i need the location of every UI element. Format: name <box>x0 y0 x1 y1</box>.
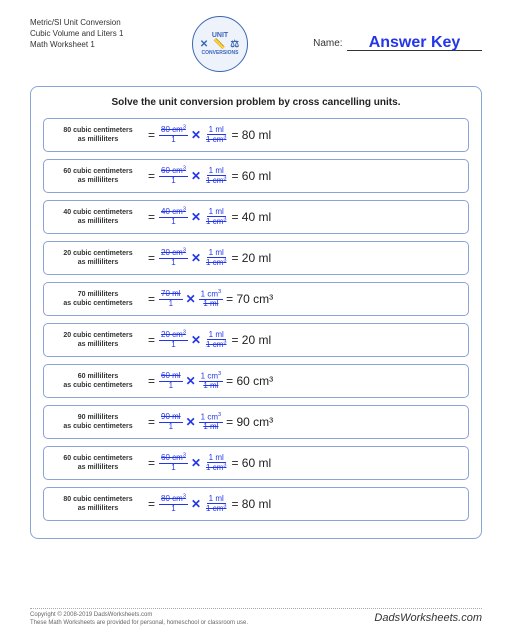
problem-prompt: 20 cubic centimetersas milliliters <box>52 249 144 267</box>
title-line-3: Math Worksheet 1 <box>30 40 160 51</box>
fraction-1: 60 cm31 <box>159 454 188 472</box>
problem-row: 40 cubic centimetersas milliliters=40 cm… <box>43 200 469 234</box>
fraction-1: 80 cm31 <box>159 495 188 513</box>
worksheet-page: Metric/SI Unit Conversion Cubic Volume a… <box>0 0 512 640</box>
fraction-2: 1 ml1 cm3 <box>204 331 228 349</box>
times-icon: ✕ <box>188 128 204 142</box>
problem-row: 60 cubic centimetersas milliliters=60 cm… <box>43 159 469 193</box>
result: = 70 cm³ <box>223 292 273 306</box>
instruction: Solve the unit conversion problem by cro… <box>43 97 469 108</box>
title-block: Metric/SI Unit Conversion Cubic Volume a… <box>30 18 160 50</box>
times-icon: ✕ <box>188 456 204 470</box>
result: = 20 ml <box>228 251 271 265</box>
problem-row: 80 cubic centimetersas milliliters=80 cm… <box>43 487 469 521</box>
equals-sign: = <box>144 456 159 470</box>
fraction-2: 1 ml1 cm3 <box>204 495 228 513</box>
answer-key-text: Answer Key <box>369 34 461 51</box>
fraction-2: 1 ml1 cm3 <box>204 249 228 267</box>
problem-prompt: 80 cubic centimetersas milliliters <box>52 495 144 513</box>
fraction-2: 1 ml1 cm3 <box>204 454 228 472</box>
problem-prompt: 60 millilitersas cubic centimeters <box>52 372 144 390</box>
fraction-1: 80 cm31 <box>159 126 188 144</box>
name-area: Name: Answer Key <box>258 18 482 51</box>
equals-sign: = <box>144 128 159 142</box>
times-icon: ✕ <box>188 251 204 265</box>
fraction-1: 20 cm31 <box>159 331 188 349</box>
header: Metric/SI Unit Conversion Cubic Volume a… <box>30 18 482 72</box>
problem-row: 80 cubic centimetersas milliliters=80 cm… <box>43 118 469 152</box>
problem-prompt: 60 cubic centimetersas milliliters <box>52 167 144 185</box>
fraction-1: 90 ml1 <box>159 413 183 431</box>
equals-sign: = <box>144 169 159 183</box>
fraction-1: 60 ml1 <box>159 372 183 390</box>
name-field[interactable]: Answer Key <box>347 32 482 51</box>
result: = 60 cm³ <box>223 374 273 388</box>
fraction-1: 20 cm31 <box>159 249 188 267</box>
times-icon: ✕ <box>188 169 204 183</box>
fraction-2: 1 cm31 ml <box>199 372 223 390</box>
times-icon: ✕ <box>188 497 204 511</box>
copyright-line-1: Copyright © 2008-2019 DadsWorksheets.com <box>30 612 248 620</box>
problem-prompt: 60 cubic centimetersas milliliters <box>52 454 144 472</box>
brand: DadsWorksheets.com <box>374 612 482 624</box>
fraction-1: 40 cm31 <box>159 208 188 226</box>
result: = 80 ml <box>228 497 271 511</box>
times-icon: ✕ <box>183 374 199 388</box>
times-icon: ✕ <box>183 292 199 306</box>
equals-sign: = <box>144 415 159 429</box>
equals-sign: = <box>144 210 159 224</box>
problem-row: 60 cubic centimetersas milliliters=60 cm… <box>43 446 469 480</box>
problem-row: 90 millilitersas cubic centimeters=90 ml… <box>43 405 469 439</box>
equals-sign: = <box>144 333 159 347</box>
copyright: Copyright © 2008-2019 DadsWorksheets.com… <box>30 612 248 628</box>
unit-conversions-logo: UNIT ✕ 📏 ⚖ CONVERSIONS <box>192 16 248 72</box>
problem-row: 20 cubic centimetersas milliliters=20 cm… <box>43 323 469 357</box>
result: = 90 cm³ <box>223 415 273 429</box>
result: = 20 ml <box>228 333 271 347</box>
problem-row: 70 millilitersas cubic centimeters=70 ml… <box>43 282 469 316</box>
equals-sign: = <box>144 292 159 306</box>
problems-container: Solve the unit conversion problem by cro… <box>30 86 482 539</box>
problem-prompt: 20 cubic centimetersas milliliters <box>52 331 144 349</box>
fraction-2: 1 ml1 cm3 <box>204 208 228 226</box>
result: = 80 ml <box>228 128 271 142</box>
fraction-2: 1 ml1 cm3 <box>204 126 228 144</box>
problem-prompt: 40 cubic centimetersas milliliters <box>52 208 144 226</box>
title-line-1: Metric/SI Unit Conversion <box>30 18 160 29</box>
fraction-1: 70 ml1 <box>159 290 183 308</box>
name-label: Name: <box>313 38 342 49</box>
equals-sign: = <box>144 374 159 388</box>
result: = 60 ml <box>228 169 271 183</box>
problem-row: 20 cubic centimetersas milliliters=20 cm… <box>43 241 469 275</box>
equals-sign: = <box>144 497 159 511</box>
equals-sign: = <box>144 251 159 265</box>
problem-prompt: 70 millilitersas cubic centimeters <box>52 290 144 308</box>
fraction-2: 1 cm31 ml <box>199 290 223 308</box>
result: = 40 ml <box>228 210 271 224</box>
logo-icons: ✕ 📏 ⚖ <box>200 39 240 50</box>
result: = 60 ml <box>228 456 271 470</box>
fraction-2: 1 ml1 cm3 <box>204 167 228 185</box>
fraction-1: 60 cm31 <box>159 167 188 185</box>
times-icon: ✕ <box>188 333 204 347</box>
problem-prompt: 90 millilitersas cubic centimeters <box>52 413 144 431</box>
logo-text-top: UNIT <box>212 32 228 39</box>
copyright-line-2: These Math Worksheets are provided for p… <box>30 620 248 628</box>
problem-prompt: 80 cubic centimetersas milliliters <box>52 126 144 144</box>
footer: Copyright © 2008-2019 DadsWorksheets.com… <box>30 608 482 628</box>
logo-text-bottom: CONVERSIONS <box>202 50 239 56</box>
fraction-2: 1 cm31 ml <box>199 413 223 431</box>
times-icon: ✕ <box>183 415 199 429</box>
title-line-2: Cubic Volume and Liters 1 <box>30 29 160 40</box>
problem-row: 60 millilitersas cubic centimeters=60 ml… <box>43 364 469 398</box>
times-icon: ✕ <box>188 210 204 224</box>
